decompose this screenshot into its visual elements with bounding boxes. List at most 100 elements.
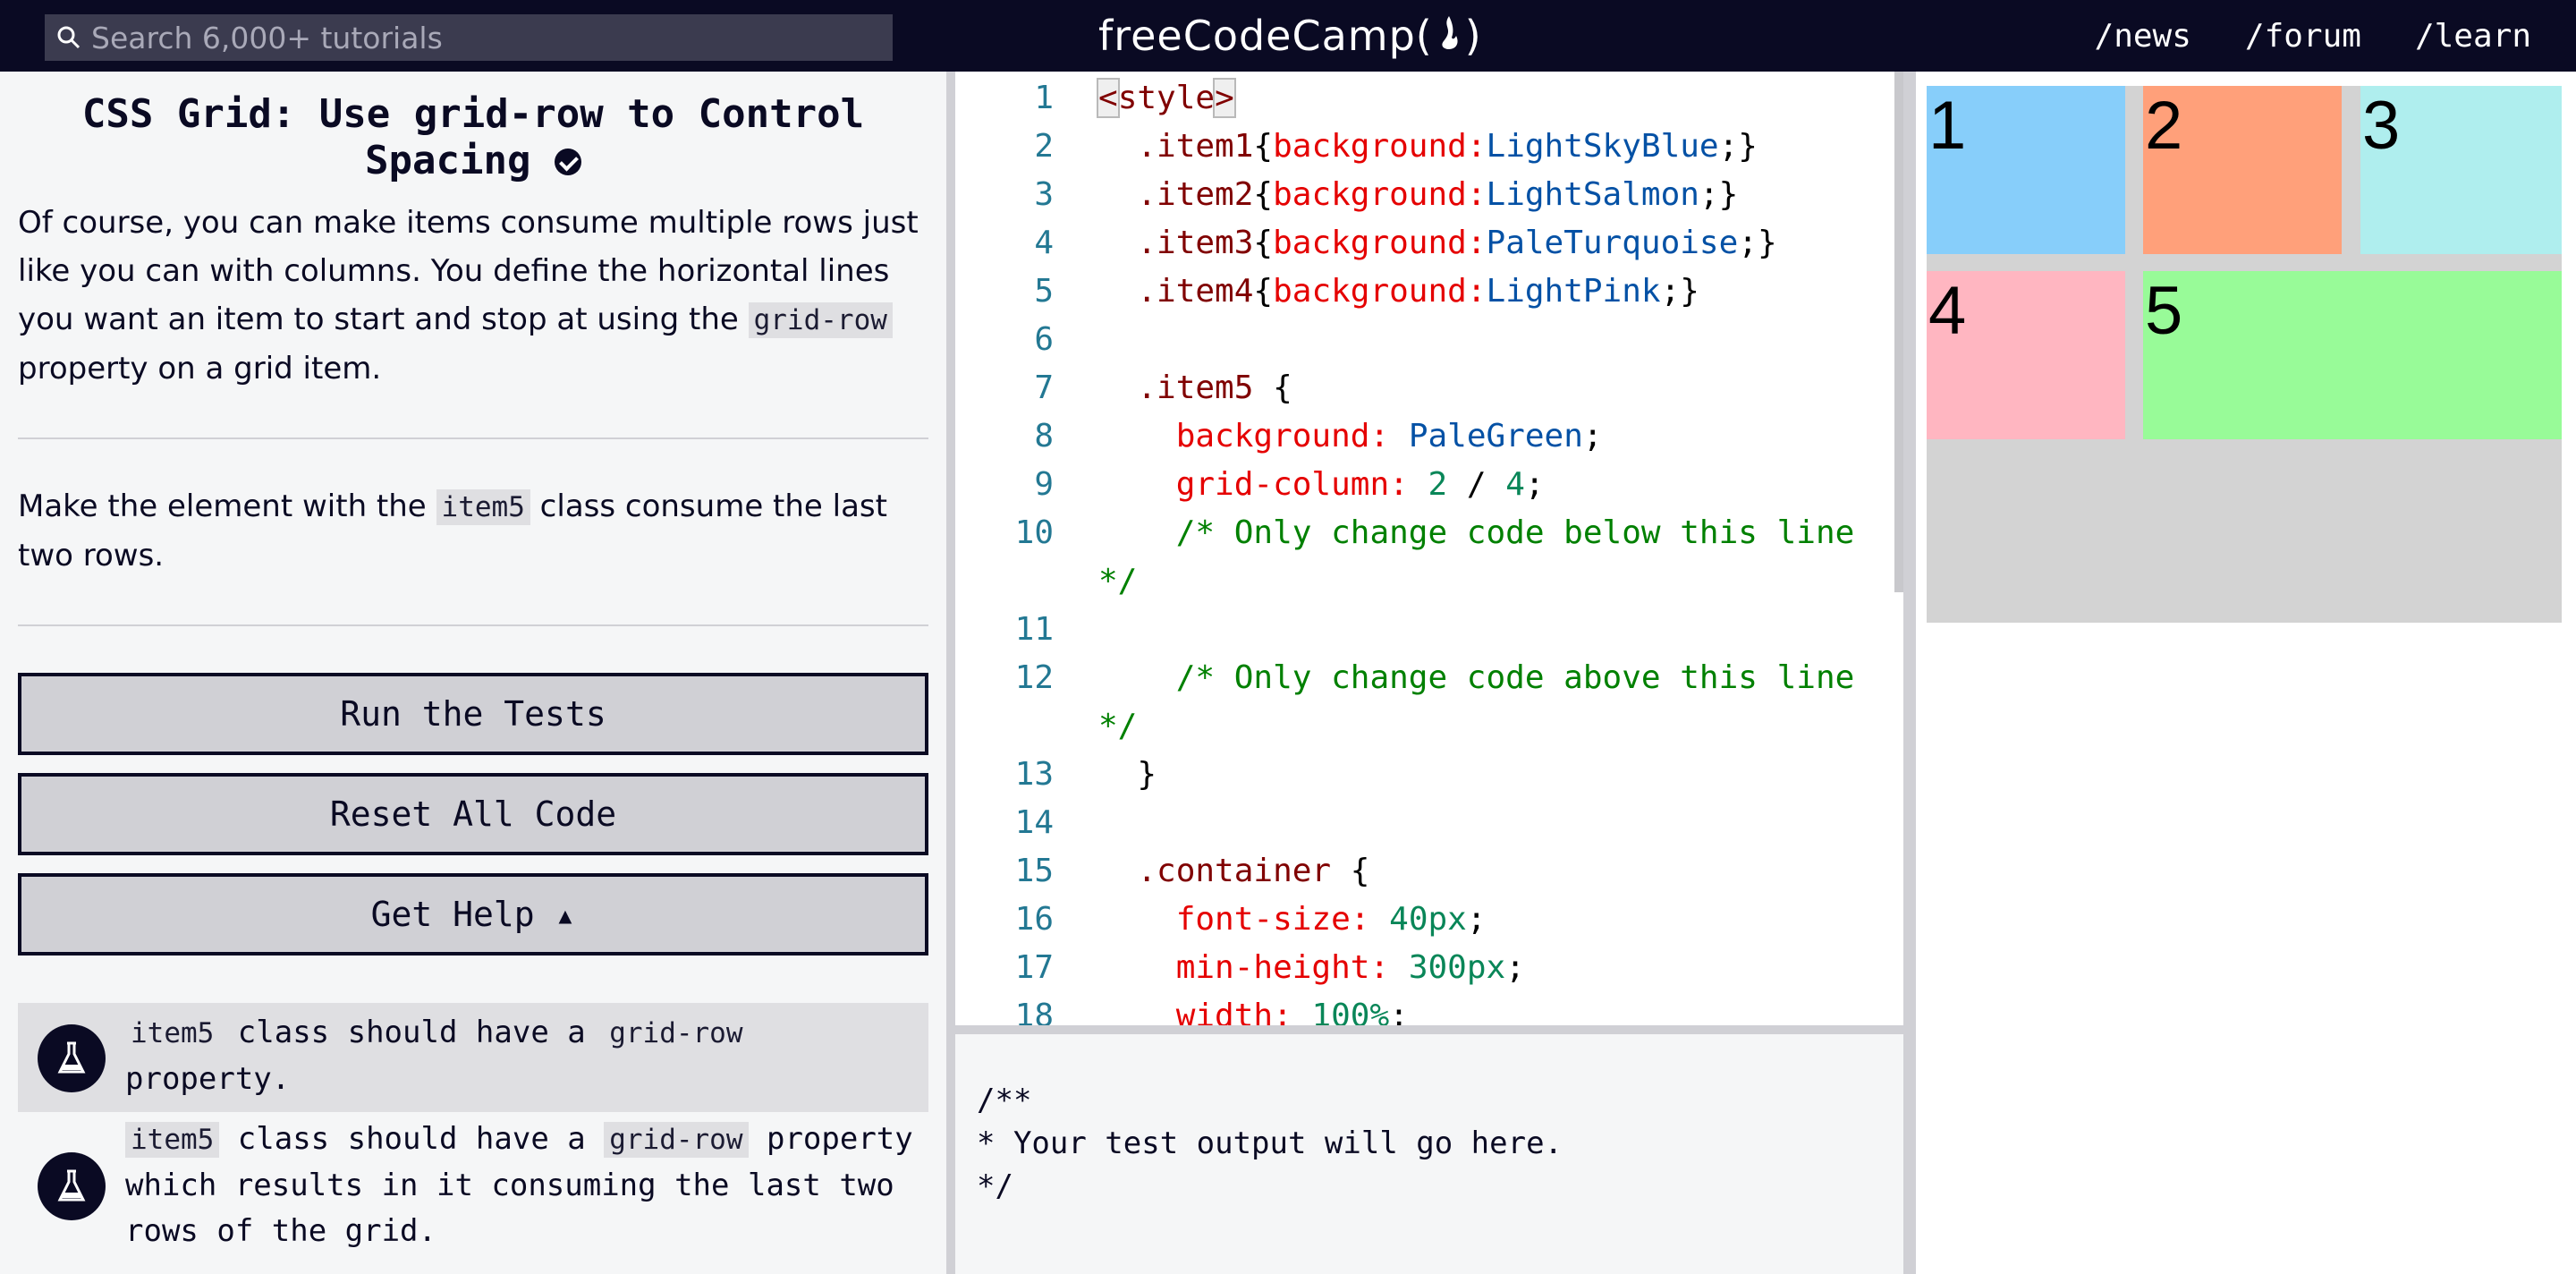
code-line: 2 .item1{background:LightSkyBlue;} [955,123,1885,171]
line-number: 8 [1034,418,1054,454]
code-line: 4 .item3{background:PaleTurquoise;} [955,219,1885,268]
pane-resize-handle[interactable] [1903,72,1916,1274]
pane-resize-handle[interactable] [946,72,955,1274]
inline-code: item5 [125,1015,220,1051]
code-token: 100% [1311,998,1390,1025]
code-comment: */ [1098,563,1138,599]
editor-scrollbar[interactable] [1894,72,1903,592]
code-comment: */ [1098,708,1138,744]
challenge-instructions: Make the element with the item5 class co… [18,482,928,580]
grid-container: 1 2 3 4 5 [1927,86,2562,623]
code-token: .item1 [1137,128,1254,165]
code-token: 40px [1389,901,1467,938]
inline-code: item5 [125,1122,220,1158]
line-number: 9 [1034,466,1054,503]
code-token: PaleTurquoise [1486,225,1739,261]
code-token: .item4 [1137,273,1254,310]
code-token: background: [1273,176,1487,213]
code-line: 14 [955,799,1885,847]
description-text: property on a grid item. [18,351,382,386]
line-number: 17 [1014,949,1054,986]
line-number: 18 [1014,998,1054,1025]
code-token: background: [1175,418,1390,454]
flask-icon [38,1024,106,1092]
code-token: font-size: [1175,901,1370,938]
line-number: 4 [1034,225,1054,261]
line-number: 14 [1014,804,1054,841]
challenge-description: Of course, you can make items consume mu… [18,199,928,393]
code-line: 16 font-size: 40px; [955,896,1885,944]
code-line: 18 width: 100%; [955,992,1885,1025]
test-text-part: class should have a [219,1121,605,1157]
code-line: 12 /* Only change code above this line [955,654,1885,702]
code-line: 8 background: PaleGreen; [955,412,1885,461]
nav-link-forum[interactable]: /forum [2245,18,2361,55]
inline-code: grid-row [748,302,893,338]
code-token: min-height: [1175,949,1390,986]
code-comment: /* Only change code below this line [1175,514,1855,551]
completed-check-icon [554,149,581,175]
code-token: background: [1273,273,1487,310]
code-token: background: [1273,225,1487,261]
nav-link-learn[interactable]: /learn [2415,18,2531,55]
divider [18,437,928,439]
line-number: 15 [1014,853,1054,889]
code-line: 7 .item5 { [955,364,1885,412]
code-token: background: [1273,128,1487,165]
search-icon [45,14,91,61]
code-token: LightPink [1486,273,1661,310]
grid-item-4: 4 [1927,271,2125,439]
test-output-console: /** * Your test output will go here. */ [955,1034,1903,1274]
code-comment: /* Only change code above this line [1175,659,1855,696]
test-text: item5 class should have a grid-row prope… [125,1010,928,1102]
nav-links: /news /forum /learn [2095,0,2531,72]
inline-code: grid-row [604,1015,749,1051]
line-number: 1 [1034,80,1054,116]
flask-icon [38,1152,106,1220]
code-line: 11 [955,606,1885,654]
test-item: item5 class should have a grid-row prope… [18,1117,928,1260]
logo-text-start: freeCodeCamp( [1098,12,1433,60]
nav-link-news[interactable]: /news [2095,18,2191,55]
run-tests-button[interactable]: Run the Tests [18,673,928,755]
code-line: 15 .container { [955,847,1885,896]
code-line: 17 min-height: 300px; [955,944,1885,992]
get-help-button[interactable]: Get Help ▴ [18,873,928,956]
code-token: PaleGreen [1408,418,1583,454]
search-bar[interactable] [45,14,893,61]
code-token: .container [1137,853,1332,889]
code-line: 13 } [955,751,1885,799]
editor-output-resize-handle[interactable] [955,1025,1903,1034]
code-line: 10 /* Only change code below this line [955,509,1885,557]
top-navbar: freeCodeCamp( ) /news /forum /learn [0,0,2576,72]
grid-item-3: 3 [2360,86,2562,254]
code-token: 300px [1408,949,1506,986]
test-text: item5 class should have a grid-row prope… [125,1117,928,1254]
test-text-part: property. [125,1061,291,1097]
flame-icon [1436,12,1462,60]
code-editor[interactable]: 1 <style> 2 .item1{background:LightSkyBlu… [955,72,1903,1025]
code-token: width: [1175,998,1292,1025]
grid-item-2: 2 [2143,86,2342,254]
code-line-wrap: */ [955,702,1885,751]
reset-code-button[interactable]: Reset All Code [18,773,928,855]
code-token: 4 [1505,466,1525,503]
code-line: 9 grid-column: 2 / 4; [955,461,1885,509]
search-input[interactable] [91,20,878,55]
code-token: LightSalmon [1486,176,1699,213]
line-number: 10 [1014,514,1054,551]
line-number: 11 [1014,611,1054,648]
code-line: 1 <style> [955,74,1885,123]
code-token: .item3 [1137,225,1254,261]
freecodecamp-logo[interactable]: freeCodeCamp( ) [1098,9,1482,63]
line-number: 7 [1034,369,1054,406]
line-number: 16 [1014,901,1054,938]
instructions-text: Make the element with the [18,488,436,524]
challenge-title-text: CSS Grid: Use grid-row to Control Spacin… [81,91,865,183]
code-token: grid-column: [1175,466,1409,503]
code-line: 6 [955,316,1885,364]
code-token: .item2 [1137,176,1254,213]
test-text-part: class should have a [219,1015,605,1050]
inline-code: grid-row [604,1122,749,1158]
code-token: 2 [1428,466,1448,503]
